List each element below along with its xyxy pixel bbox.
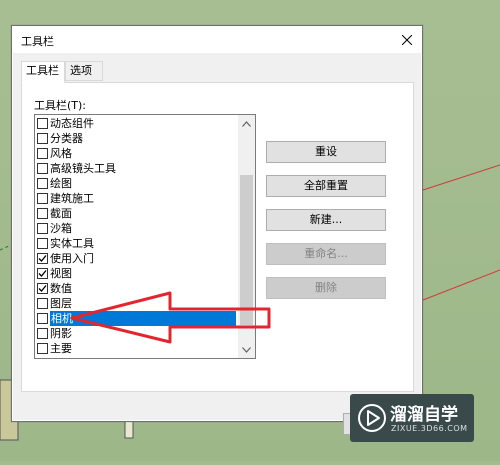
toolbars-listbox[interactable]: 动态组件分类器风格高级镜头工具 绘图建筑施工截面沙箱实体工具使用入门视图数值图层相…: [34, 114, 256, 359]
reset-all-button[interactable]: 全部重置: [266, 175, 386, 197]
toolbar-item-label: 沙箱: [50, 222, 72, 235]
toolbar-item-label: 使用入门: [50, 252, 94, 265]
toolbar-checkbox[interactable]: [37, 253, 48, 264]
toolbar-item-label: 绘图: [50, 177, 72, 190]
toolbar-list-item[interactable]: 绘图: [37, 176, 237, 191]
toolbar-list-item[interactable]: 高级镜头工具: [37, 161, 237, 176]
toolbar-checkbox[interactable]: [37, 268, 48, 279]
listbox-scrollbar[interactable]: [238, 115, 255, 358]
toolbar-list-item[interactable]: 使用入门: [37, 251, 237, 266]
play-logo-icon: [358, 404, 386, 432]
watermark-badge: 溜溜自学 ZIXUE.3D66.COM: [350, 394, 474, 442]
toolbar-checkbox[interactable]: [37, 193, 48, 204]
toolbar-list-item[interactable]: 视图: [37, 266, 237, 281]
delete-button[interactable]: 删除: [266, 277, 386, 299]
toolbar-checkbox[interactable]: [37, 163, 48, 174]
toolbar-list-item[interactable]: 图层: [37, 296, 237, 311]
toolbar-item-label: 视图: [50, 267, 72, 280]
toolbar-checkbox[interactable]: [37, 328, 48, 339]
toolbar-checkbox[interactable]: [37, 238, 48, 249]
toolbar-list-item[interactable]: 分类器: [37, 131, 237, 146]
scroll-up-button[interactable]: [238, 115, 255, 132]
dialog-titlebar: 工具栏: [12, 26, 422, 53]
toolbar-checkbox[interactable]: [37, 178, 48, 189]
toolbar-list-item[interactable]: 风格: [37, 146, 237, 161]
dialog-client: 工具栏 选项 工具栏(T): 动态组件分类器风格高级镜头工具 绘图建筑施工截面沙箱…: [13, 53, 421, 435]
toolbar-checkbox[interactable]: [37, 343, 48, 354]
toolbar-checkbox[interactable]: [37, 313, 48, 324]
close-button[interactable]: [392, 26, 422, 53]
toolbar-item-label: 建筑施工: [50, 192, 94, 205]
toolbar-checkbox[interactable]: [37, 133, 48, 144]
toolbar-list-item[interactable]: 建筑施工: [37, 191, 237, 206]
reset-button[interactable]: 重设: [266, 141, 386, 163]
watermark-url: ZIXUE.3D66.COM: [391, 424, 468, 433]
toolbar-checkbox[interactable]: [37, 118, 48, 129]
close-icon: [402, 34, 412, 45]
scrollbar-thumb[interactable]: [240, 175, 253, 325]
toolbar-checkbox[interactable]: [37, 208, 48, 219]
toolbar-item-label: 图层: [50, 297, 72, 310]
toolbar-item-label: 风格: [50, 147, 72, 160]
toolbar-item-label: 高级镜头工具: [50, 162, 116, 175]
tab-toolbars[interactable]: 工具栏: [21, 61, 65, 83]
selection-highlight: [50, 311, 236, 326]
toolbar-checkbox[interactable]: [37, 148, 48, 159]
toolbar-item-label: 数值: [50, 282, 72, 295]
toolbar-item-label: 主要: [50, 342, 72, 355]
toolbars-list-label: 工具栏(T):: [34, 99, 87, 112]
toolbar-item-label: 动态组件: [50, 117, 94, 130]
toolbar-checkbox[interactable]: [37, 223, 48, 234]
toolbar-list-item[interactable]: 阴影: [37, 326, 237, 341]
toolbar-item-label: 阴影: [50, 327, 72, 340]
toolbar-list-item[interactable]: 实体工具: [37, 236, 237, 251]
toolbar-list-item[interactable]: 相机: [37, 311, 237, 326]
toolbar-list-item[interactable]: 数值: [37, 281, 237, 296]
toolbar-list-item[interactable]: 主要: [37, 341, 237, 356]
toolbar-item-label: 分类器: [50, 132, 83, 145]
toolbar-item-label: 实体工具: [50, 237, 94, 250]
checkmark-icon: [38, 255, 47, 262]
chevron-up-icon: [242, 120, 251, 127]
toolbar-item-label: 截面: [50, 207, 72, 220]
toolbar-checkbox[interactable]: [37, 298, 48, 309]
toolbar-list-item[interactable]: 截面: [37, 206, 237, 221]
tab-options[interactable]: 选项: [65, 61, 103, 81]
toolbar-list-item[interactable]: 动态组件: [37, 116, 237, 131]
checkmark-icon: [38, 270, 47, 277]
toolbar-item-label: 相机: [50, 311, 74, 326]
checkmark-icon: [38, 285, 47, 292]
watermark-name: 溜溜自学: [390, 405, 458, 425]
chevron-down-icon: [242, 346, 251, 353]
toolbars-dialog: 工具栏 工具栏 选项 工具栏(T): 动态组件分类器风格高级镜头工具 绘图建筑施工…: [11, 25, 423, 435]
tab-panel-toolbars: 工具栏(T): 动态组件分类器风格高级镜头工具 绘图建筑施工截面沙箱实体工具使用入…: [21, 82, 414, 392]
toolbar-list-item[interactable]: 沙箱: [37, 221, 237, 236]
dialog-title: 工具栏: [21, 35, 54, 48]
scroll-down-button[interactable]: [238, 341, 255, 358]
toolbar-checkbox[interactable]: [37, 283, 48, 294]
new-toolbar-button[interactable]: 新建...: [266, 209, 386, 231]
rename-button[interactable]: 重命名...: [266, 243, 386, 265]
